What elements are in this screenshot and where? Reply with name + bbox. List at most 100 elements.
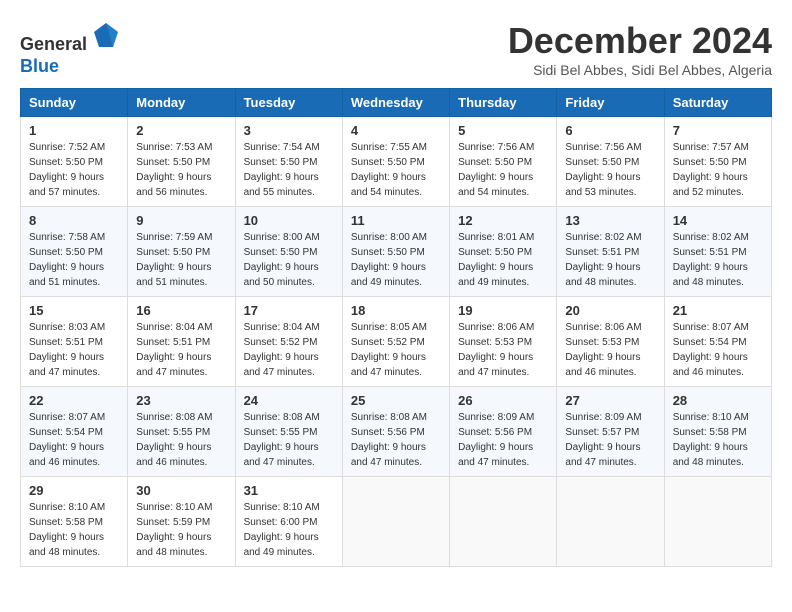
calendar-week-row: 29 Sunrise: 8:10 AMSunset: 5:58 PMDayligh… xyxy=(21,477,772,567)
day-number: 29 xyxy=(29,483,119,498)
day-info: Sunrise: 7:54 AMSunset: 5:50 PMDaylight:… xyxy=(244,140,334,200)
day-number: 30 xyxy=(136,483,226,498)
calendar-week-row: 1 Sunrise: 7:52 AMSunset: 5:50 PMDaylight… xyxy=(21,117,772,207)
day-number: 4 xyxy=(351,123,441,138)
day-number: 2 xyxy=(136,123,226,138)
day-number: 23 xyxy=(136,393,226,408)
calendar-cell xyxy=(557,477,664,567)
day-info: Sunrise: 8:06 AMSunset: 5:53 PMDaylight:… xyxy=(565,320,655,380)
calendar-cell: 19 Sunrise: 8:06 AMSunset: 5:53 PMDayligh… xyxy=(450,297,557,387)
day-number: 27 xyxy=(565,393,655,408)
day-info: Sunrise: 7:57 AMSunset: 5:50 PMDaylight:… xyxy=(673,140,763,200)
calendar-cell: 30 Sunrise: 8:10 AMSunset: 5:59 PMDayligh… xyxy=(128,477,235,567)
calendar-cell: 4 Sunrise: 7:55 AMSunset: 5:50 PMDaylight… xyxy=(342,117,449,207)
day-info: Sunrise: 8:06 AMSunset: 5:53 PMDaylight:… xyxy=(458,320,548,380)
calendar-cell: 16 Sunrise: 8:04 AMSunset: 5:51 PMDayligh… xyxy=(128,297,235,387)
calendar-cell: 29 Sunrise: 8:10 AMSunset: 5:58 PMDayligh… xyxy=(21,477,128,567)
logo-general: General xyxy=(20,34,87,54)
day-info: Sunrise: 8:02 AMSunset: 5:51 PMDaylight:… xyxy=(673,230,763,290)
day-info: Sunrise: 8:03 AMSunset: 5:51 PMDaylight:… xyxy=(29,320,119,380)
day-info: Sunrise: 8:07 AMSunset: 5:54 PMDaylight:… xyxy=(673,320,763,380)
day-number: 1 xyxy=(29,123,119,138)
day-info: Sunrise: 8:10 AMSunset: 6:00 PMDaylight:… xyxy=(244,500,334,560)
calendar-cell: 17 Sunrise: 8:04 AMSunset: 5:52 PMDayligh… xyxy=(235,297,342,387)
calendar-cell: 11Sunrise: 8:00 AMSunset: 5:50 PMDayligh… xyxy=(342,207,449,297)
day-info: Sunrise: 8:04 AMSunset: 5:51 PMDaylight:… xyxy=(136,320,226,380)
day-number: 14 xyxy=(673,213,763,228)
day-header-thursday: Thursday xyxy=(450,89,557,117)
calendar-cell xyxy=(450,477,557,567)
day-info: Sunrise: 8:09 AMSunset: 5:57 PMDaylight:… xyxy=(565,410,655,470)
calendar-cell: 8 Sunrise: 7:58 AMSunset: 5:50 PMDaylight… xyxy=(21,207,128,297)
day-info: Sunrise: 8:08 AMSunset: 5:55 PMDaylight:… xyxy=(136,410,226,470)
calendar-cell: 21 Sunrise: 8:07 AMSunset: 5:54 PMDayligh… xyxy=(664,297,771,387)
day-number: 12 xyxy=(458,213,548,228)
day-info: Sunrise: 8:01 AMSunset: 5:50 PMDaylight:… xyxy=(458,230,548,290)
day-number: 6 xyxy=(565,123,655,138)
day-header-tuesday: Tuesday xyxy=(235,89,342,117)
day-number: 10 xyxy=(244,213,334,228)
calendar-cell xyxy=(342,477,449,567)
day-header-sunday: Sunday xyxy=(21,89,128,117)
calendar-cell: 14 Sunrise: 8:02 AMSunset: 5:51 PMDayligh… xyxy=(664,207,771,297)
logo-icon xyxy=(91,20,121,50)
calendar-cell: 28Sunrise: 8:10 AMSunset: 5:58 PMDayligh… xyxy=(664,387,771,477)
day-info: Sunrise: 8:00 AMSunset: 5:50 PMDaylight:… xyxy=(351,230,441,290)
day-info: Sunrise: 7:56 AMSunset: 5:50 PMDaylight:… xyxy=(565,140,655,200)
day-info: Sunrise: 8:08 AMSunset: 5:56 PMDaylight:… xyxy=(351,410,441,470)
calendar-cell: 27 Sunrise: 8:09 AMSunset: 5:57 PMDayligh… xyxy=(557,387,664,477)
calendar-cell: 22 Sunrise: 8:07 AMSunset: 5:54 PMDayligh… xyxy=(21,387,128,477)
day-info: Sunrise: 8:02 AMSunset: 5:51 PMDaylight:… xyxy=(565,230,655,290)
calendar-week-row: 15 Sunrise: 8:03 AMSunset: 5:51 PMDayligh… xyxy=(21,297,772,387)
day-number: 7 xyxy=(673,123,763,138)
day-number: 19 xyxy=(458,303,548,318)
day-number: 16 xyxy=(136,303,226,318)
day-header-monday: Monday xyxy=(128,89,235,117)
calendar-cell: 24Sunrise: 8:08 AMSunset: 5:55 PMDayligh… xyxy=(235,387,342,477)
day-info: Sunrise: 8:10 AMSunset: 5:59 PMDaylight:… xyxy=(136,500,226,560)
calendar-cell: 1 Sunrise: 7:52 AMSunset: 5:50 PMDaylight… xyxy=(21,117,128,207)
calendar-week-row: 8 Sunrise: 7:58 AMSunset: 5:50 PMDaylight… xyxy=(21,207,772,297)
calendar-cell: 7 Sunrise: 7:57 AMSunset: 5:50 PMDaylight… xyxy=(664,117,771,207)
day-header-friday: Friday xyxy=(557,89,664,117)
day-number: 17 xyxy=(244,303,334,318)
day-info: Sunrise: 8:00 AMSunset: 5:50 PMDaylight:… xyxy=(244,230,334,290)
day-info: Sunrise: 8:10 AMSunset: 5:58 PMDaylight:… xyxy=(29,500,119,560)
day-number: 18 xyxy=(351,303,441,318)
calendar-cell: 2 Sunrise: 7:53 AMSunset: 5:50 PMDaylight… xyxy=(128,117,235,207)
day-info: Sunrise: 8:08 AMSunset: 5:55 PMDaylight:… xyxy=(244,410,334,470)
day-info: Sunrise: 8:04 AMSunset: 5:52 PMDaylight:… xyxy=(244,320,334,380)
day-info: Sunrise: 8:07 AMSunset: 5:54 PMDaylight:… xyxy=(29,410,119,470)
day-number: 22 xyxy=(29,393,119,408)
day-number: 13 xyxy=(565,213,655,228)
calendar-cell: 20 Sunrise: 8:06 AMSunset: 5:53 PMDayligh… xyxy=(557,297,664,387)
calendar-cell xyxy=(664,477,771,567)
month-title: December 2024 xyxy=(508,20,772,62)
day-number: 21 xyxy=(673,303,763,318)
calendar-cell: 13 Sunrise: 8:02 AMSunset: 5:51 PMDayligh… xyxy=(557,207,664,297)
day-number: 8 xyxy=(29,213,119,228)
day-number: 20 xyxy=(565,303,655,318)
calendar-cell: 15 Sunrise: 8:03 AMSunset: 5:51 PMDayligh… xyxy=(21,297,128,387)
day-number: 31 xyxy=(244,483,334,498)
calendar-cell: 18Sunrise: 8:05 AMSunset: 5:52 PMDayligh… xyxy=(342,297,449,387)
day-info: Sunrise: 7:52 AMSunset: 5:50 PMDaylight:… xyxy=(29,140,119,200)
calendar-cell: 12 Sunrise: 8:01 AMSunset: 5:50 PMDayligh… xyxy=(450,207,557,297)
calendar-header-row: SundayMondayTuesdayWednesdayThursdayFrid… xyxy=(21,89,772,117)
calendar-cell: 25 Sunrise: 8:08 AMSunset: 5:56 PMDayligh… xyxy=(342,387,449,477)
day-info: Sunrise: 7:58 AMSunset: 5:50 PMDaylight:… xyxy=(29,230,119,290)
day-info: Sunrise: 7:53 AMSunset: 5:50 PMDaylight:… xyxy=(136,140,226,200)
calendar-cell: 26Sunrise: 8:09 AMSunset: 5:56 PMDayligh… xyxy=(450,387,557,477)
calendar-table: SundayMondayTuesdayWednesdayThursdayFrid… xyxy=(20,88,772,567)
day-number: 5 xyxy=(458,123,548,138)
day-number: 9 xyxy=(136,213,226,228)
calendar-cell: 9Sunrise: 7:59 AMSunset: 5:50 PMDaylight… xyxy=(128,207,235,297)
day-header-saturday: Saturday xyxy=(664,89,771,117)
day-number: 25 xyxy=(351,393,441,408)
calendar-cell: 5Sunrise: 7:56 AMSunset: 5:50 PMDaylight… xyxy=(450,117,557,207)
calendar-week-row: 22 Sunrise: 8:07 AMSunset: 5:54 PMDayligh… xyxy=(21,387,772,477)
calendar-cell: 3Sunrise: 7:54 AMSunset: 5:50 PMDaylight… xyxy=(235,117,342,207)
day-info: Sunrise: 7:55 AMSunset: 5:50 PMDaylight:… xyxy=(351,140,441,200)
day-number: 26 xyxy=(458,393,548,408)
day-number: 15 xyxy=(29,303,119,318)
